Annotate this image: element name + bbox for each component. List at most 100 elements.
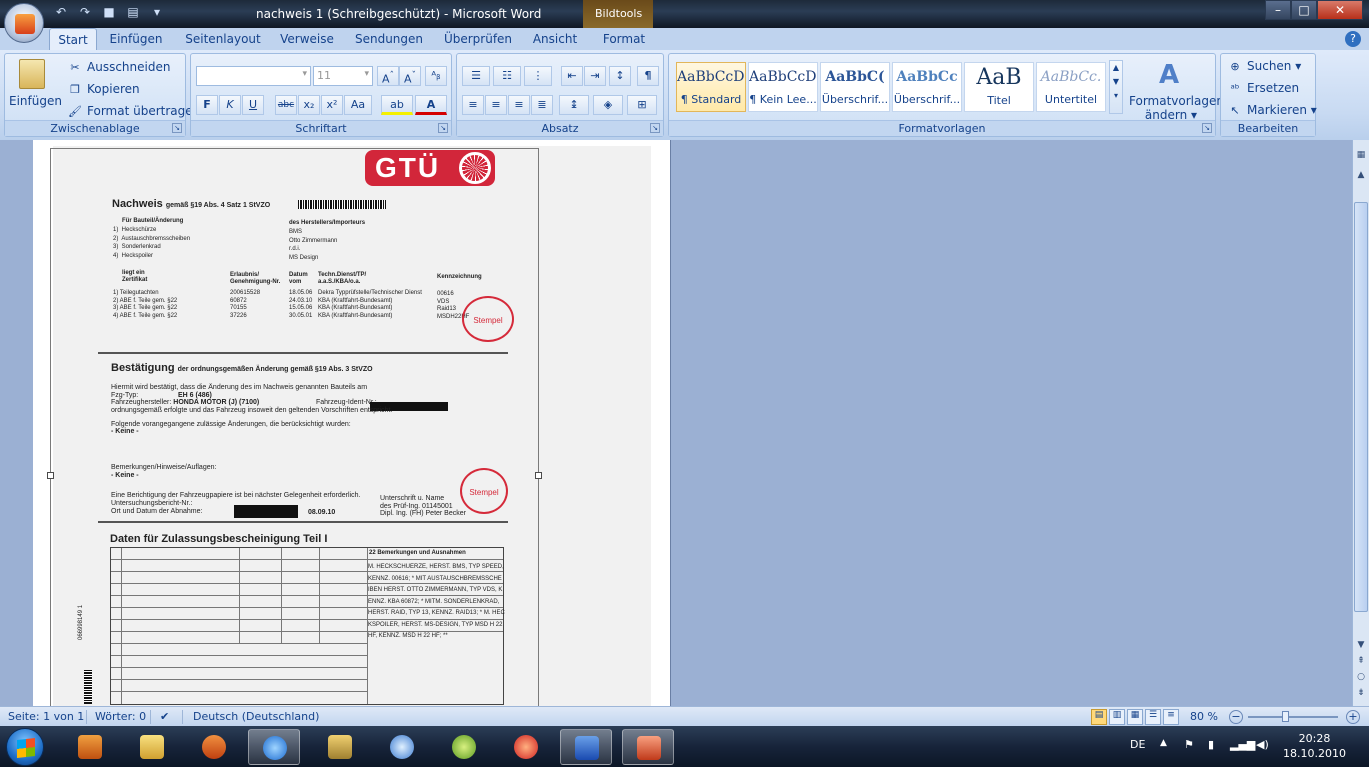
justify-button[interactable]: ≣ (531, 95, 553, 115)
scroll-up-arrow[interactable]: ▲ (1355, 170, 1367, 180)
tab-sendungen[interactable]: Sendungen (350, 28, 428, 50)
style-no-spacing[interactable]: AaBbCcDc ¶ Kein Lee... (748, 62, 818, 112)
increase-indent-button[interactable]: ⇥ (584, 66, 606, 86)
resize-handle-left[interactable] (47, 472, 54, 479)
maximize-button[interactable]: □ (1291, 0, 1317, 20)
numbering-button[interactable]: ☷ (493, 66, 521, 86)
borders-button[interactable]: ⊞ (627, 95, 657, 115)
subscript-button[interactable]: x₂ (298, 95, 320, 115)
clear-format-button[interactable]: ᴬᵦ (425, 66, 447, 86)
zoom-out-button[interactable]: − (1229, 710, 1243, 724)
scroll-thumb[interactable] (1354, 202, 1368, 612)
zoom-slider-track[interactable] (1248, 716, 1338, 718)
taskbar-safari[interactable] (376, 729, 428, 765)
outline-view-icon[interactable]: ☰ (1145, 709, 1161, 725)
format-painter-button[interactable]: 🖌 Format übertragen (67, 104, 200, 119)
multilevel-list-button[interactable]: ⋮ (524, 66, 552, 86)
style-title[interactable]: AaB Titel (964, 62, 1034, 112)
scroll-down-arrow[interactable]: ▼ (1355, 640, 1367, 650)
dialog-launcher-icon[interactable]: ↘ (172, 123, 182, 133)
style-heading-2[interactable]: AaBbCc Überschrif... (892, 62, 962, 112)
previous-page-icon[interactable]: ⇞ (1355, 656, 1367, 666)
taskbar-app-8[interactable] (500, 729, 552, 765)
proofing-icon[interactable]: ✔ (160, 710, 169, 723)
styles-scroll[interactable]: ▲ ▼ ▾ (1109, 60, 1123, 114)
print-icon[interactable]: ▤ (124, 5, 142, 21)
full-screen-reading-icon[interactable]: ▥ (1109, 709, 1125, 725)
font-size-combo[interactable]: 11 ▾ (313, 66, 373, 86)
zoom-in-button[interactable]: + (1346, 710, 1360, 724)
taskbar-word[interactable] (560, 729, 612, 765)
select-button[interactable]: ↖ Markieren ▾ (1227, 103, 1316, 118)
cut-button[interactable]: ✂ Ausschneiden (67, 60, 170, 75)
bullets-button[interactable]: ☰ (462, 66, 490, 86)
language-bar[interactable]: DE (1130, 738, 1145, 751)
find-button[interactable]: ⊕ Suchen ▾ (1227, 59, 1301, 74)
vertical-scrollbar[interactable]: ▦ ▲ ▼ ⇞ ○ ⇟ (1352, 140, 1369, 706)
next-page-icon[interactable]: ⇟ (1355, 688, 1367, 698)
tab-ansicht[interactable]: Ansicht (527, 28, 583, 50)
show-marks-button[interactable]: ¶ (637, 66, 659, 86)
decrease-indent-button[interactable]: ⇤ (561, 66, 583, 86)
show-hidden-icons[interactable]: ▲ (1160, 738, 1167, 748)
tab-ueberpruefen[interactable]: Überprüfen (440, 28, 516, 50)
style-standard[interactable]: AaBbCcDc ¶ Standard (676, 62, 746, 112)
paste-button[interactable]: Einfügen (9, 94, 62, 108)
line-spacing-button[interactable]: ↨ (559, 95, 589, 115)
tab-format[interactable]: Format (594, 28, 654, 50)
taskbar-powerpoint[interactable] (622, 729, 674, 765)
sort-button[interactable]: ↕ (609, 66, 631, 86)
shading-button[interactable]: ◈ (593, 95, 623, 115)
qat-dropdown-icon[interactable]: ▾ (148, 5, 166, 21)
undo-icon[interactable]: ↶ (52, 5, 70, 21)
style-subtitle[interactable]: AaBbCc. Untertitel (1036, 62, 1106, 112)
align-center-button[interactable]: ≡ (485, 95, 507, 115)
style-heading-1[interactable]: AaBbC(Überschrif... (820, 62, 890, 112)
dialog-launcher-icon[interactable]: ↘ (1202, 123, 1212, 133)
change-case-button[interactable]: Aa (344, 95, 372, 115)
taskbar-explorer[interactable] (126, 729, 178, 765)
resize-handle-right[interactable] (535, 472, 542, 479)
highlight-button[interactable]: ab (381, 95, 413, 115)
italic-button[interactable]: K (219, 95, 241, 115)
shrink-font-button[interactable]: Aˇ (399, 66, 421, 86)
draft-view-icon[interactable]: ≡ (1163, 709, 1179, 725)
power-icon[interactable]: ▮ (1208, 738, 1214, 751)
replace-button[interactable]: ᵃᵇ Ersetzen (1227, 81, 1299, 96)
save-icon[interactable]: ■ (100, 5, 118, 21)
minimize-button[interactable]: – (1265, 0, 1291, 20)
copy-button[interactable]: ❐ Kopieren (67, 82, 140, 97)
grow-font-button[interactable]: Aˆ (377, 66, 399, 86)
system-clock[interactable]: 20:28 18.10.2010 (1283, 731, 1346, 761)
dialog-launcher-icon[interactable]: ↘ (438, 123, 448, 133)
office-button[interactable] (4, 3, 44, 43)
tab-verweise[interactable]: Verweise (276, 28, 338, 50)
page-count[interactable]: Seite: 1 von 1 (8, 710, 84, 723)
paste-icon[interactable] (19, 59, 45, 89)
language-indicator[interactable]: Deutsch (Deutschland) (193, 710, 319, 723)
bold-button[interactable]: F (196, 95, 218, 115)
tab-start[interactable]: Start (49, 28, 97, 50)
zoom-level[interactable]: 80 % (1190, 710, 1218, 723)
ruler-toggle-icon[interactable]: ▦ (1355, 150, 1367, 160)
taskbar-app-7[interactable] (438, 729, 490, 765)
taskbar-media-player[interactable] (188, 729, 240, 765)
redo-icon[interactable]: ↷ (76, 5, 94, 21)
volume-icon[interactable]: ◀) (1256, 738, 1269, 751)
help-icon[interactable]: ? (1345, 31, 1361, 47)
dialog-launcher-icon[interactable]: ↘ (650, 123, 660, 133)
browse-object-icon[interactable]: ○ (1355, 672, 1367, 682)
taskbar-app-5[interactable] (314, 729, 366, 765)
taskbar-app-1[interactable] (64, 729, 116, 765)
print-layout-view-icon[interactable]: ▤ (1091, 709, 1107, 725)
align-right-button[interactable]: ≡ (508, 95, 530, 115)
taskbar-internet-explorer[interactable] (248, 729, 300, 765)
tab-einfuegen[interactable]: Einfügen (104, 28, 168, 50)
word-count[interactable]: Wörter: 0 (95, 710, 146, 723)
network-icon[interactable]: ▂▄▆ (1230, 738, 1255, 751)
font-color-button[interactable]: A (415, 95, 447, 115)
font-name-combo[interactable]: ▾ (196, 66, 311, 86)
start-button[interactable] (6, 728, 44, 766)
close-button[interactable]: ✕ (1317, 0, 1363, 20)
align-left-button[interactable]: ≡ (462, 95, 484, 115)
